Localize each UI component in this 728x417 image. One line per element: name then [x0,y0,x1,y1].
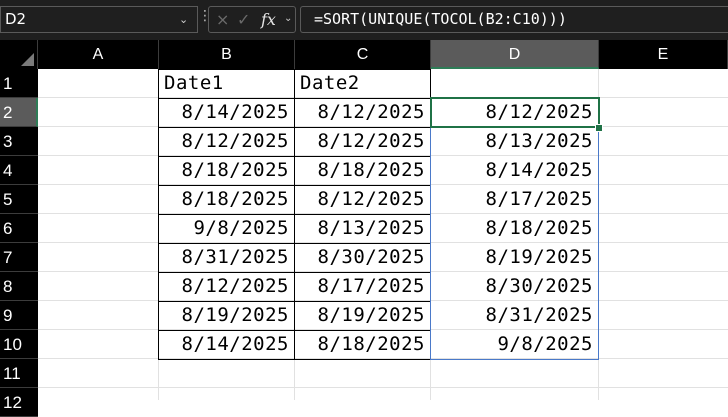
column-header-b[interactable]: B [159,40,295,69]
row-header-1[interactable]: 1 [0,69,38,98]
cell-c5[interactable]: 8/12/2025 [295,185,431,214]
column-header-d[interactable]: D [431,40,599,69]
row-header-2[interactable]: 2 [0,98,38,127]
select-all-triangle-icon [21,53,34,66]
row-header-3[interactable]: 3 [0,127,38,156]
cell-c7[interactable]: 8/30/2025 [295,243,431,272]
insert-function-icon[interactable]: fx [261,10,276,29]
column-header-e[interactable]: E [599,40,728,69]
cell-b7[interactable]: 8/31/2025 [159,243,295,272]
select-all-corner[interactable] [0,40,38,69]
row-header-5[interactable]: 5 [0,185,38,214]
cell-grid[interactable]: Date1 Date2 8/14/2025 8/12/2025 8/18/202… [38,69,728,400]
cell-b10[interactable]: 8/14/2025 [159,330,295,359]
row-header-11[interactable]: 11 [0,359,38,388]
cell-b9[interactable]: 8/19/2025 [159,301,295,330]
cell-d5[interactable]: 8/17/2025 [431,185,599,214]
cell-c10[interactable]: 8/18/2025 [295,330,431,359]
formula-bar: D2 ⌄ ⋮ × ✓ fx ⌄ =SORT(UNIQUE(TOCOL(B2:C1… [0,0,728,40]
row-header-9[interactable]: 9 [0,301,38,330]
fill-handle[interactable] [595,124,603,132]
cell-b8[interactable]: 8/12/2025 [159,272,295,301]
cell-c1[interactable]: Date2 [295,69,431,98]
name-box-value: D2 [5,10,27,28]
cell-d10[interactable]: 9/8/2025 [431,330,599,359]
row-header-4[interactable]: 4 [0,156,38,185]
cell-d2[interactable]: 8/12/2025 [431,98,599,127]
column-header-c[interactable]: C [295,40,431,69]
cell-d8[interactable]: 8/30/2025 [431,272,599,301]
cell-c2[interactable]: 8/12/2025 [295,98,431,127]
cell-d9[interactable]: 8/31/2025 [431,301,599,330]
cell-b3[interactable]: 8/12/2025 [159,127,295,156]
row-header-6[interactable]: 6 [0,214,38,243]
row-header-10[interactable]: 10 [0,330,38,359]
cell-d3[interactable]: 8/13/2025 [431,127,599,156]
cell-c4[interactable]: 8/18/2025 [295,156,431,185]
cell-d6[interactable]: 8/18/2025 [431,214,599,243]
cell-c8[interactable]: 8/17/2025 [295,272,431,301]
cell-c6[interactable]: 8/13/2025 [295,214,431,243]
enter-check-icon[interactable]: ✓ [237,10,250,29]
cell-c3[interactable]: 8/12/2025 [295,127,431,156]
cell-b5[interactable]: 8/18/2025 [159,185,295,214]
cell-d7[interactable]: 8/19/2025 [431,243,599,272]
formula-input[interactable]: =SORT(UNIQUE(TOCOL(B2:C10))) [300,6,728,33]
cell-b6[interactable]: 9/8/2025 [159,214,295,243]
row-header-12[interactable]: 12 [0,388,38,417]
cell-b2[interactable]: 8/14/2025 [159,98,295,127]
cell-c9[interactable]: 8/19/2025 [295,301,431,330]
cancel-icon[interactable]: × [216,10,229,29]
cell-b4[interactable]: 8/18/2025 [159,156,295,185]
row-header-8[interactable]: 8 [0,272,38,301]
cell-d4[interactable]: 8/14/2025 [431,156,599,185]
cell-b1[interactable]: Date1 [159,69,295,98]
formula-controls: × ✓ fx ⌄ [208,6,296,33]
gridline [38,387,728,388]
column-header-a[interactable]: A [38,40,159,69]
function-dropdown-icon[interactable]: ⌄ [284,13,292,24]
row-header-7[interactable]: 7 [0,243,38,272]
name-box[interactable]: D2 ⌄ [0,6,198,33]
name-box-dropdown-icon[interactable]: ⌄ [179,7,188,32]
